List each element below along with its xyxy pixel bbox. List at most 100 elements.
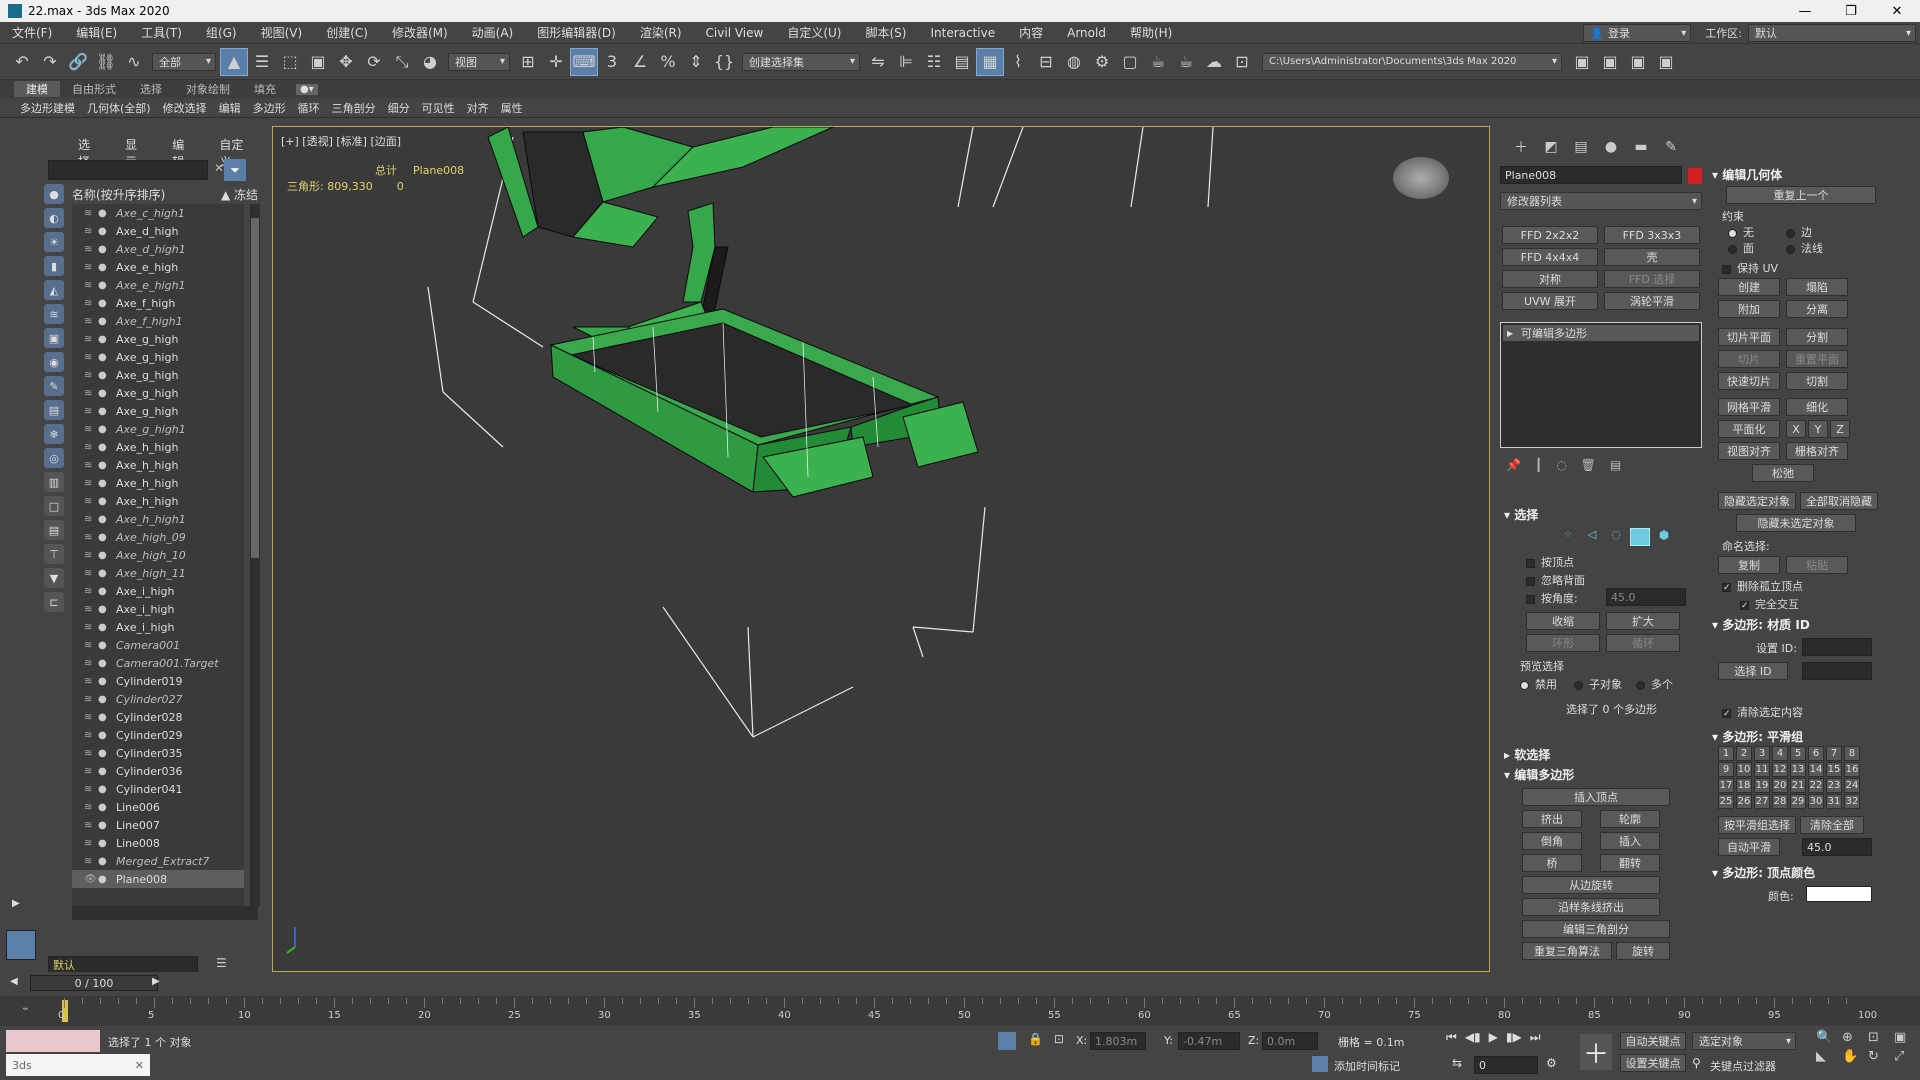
ribbon-item-9[interactable]: 对齐 bbox=[461, 100, 495, 116]
hide-selected-button[interactable]: 隐藏选定对象 bbox=[1718, 492, 1796, 510]
select-by-name-icon[interactable]: ☰ bbox=[248, 48, 276, 76]
create-button[interactable]: 创建 bbox=[1718, 278, 1780, 296]
list-item[interactable]: ≋ ● Axe_g_high bbox=[72, 402, 244, 420]
loop-button[interactable]: 循环 bbox=[1606, 634, 1680, 652]
invert-filter-icon[interactable]: ▤ bbox=[44, 520, 64, 540]
list-item[interactable]: ≋ ● Cylinder029 bbox=[72, 726, 244, 744]
symmetry-button[interactable]: 对称 bbox=[1502, 270, 1598, 288]
preview-subobj-radio[interactable]: 子对象 bbox=[1589, 678, 1622, 691]
key-set-dropdown[interactable]: 选定对象 bbox=[1692, 1032, 1796, 1050]
auto-smooth-button[interactable]: 自动平滑 bbox=[1718, 838, 1780, 856]
menu-item-13[interactable]: Interactive bbox=[918, 26, 1007, 40]
edit-geometry-rollout-header[interactable]: ▾ 编辑几何体 bbox=[1712, 166, 1782, 183]
repeat-last-button[interactable]: 重复上一个 bbox=[1726, 186, 1876, 204]
vertex-mode-icon[interactable]: ⁘ bbox=[1558, 528, 1578, 546]
close-button[interactable]: ✕ bbox=[1874, 0, 1920, 22]
select-id-button[interactable]: 选择 ID bbox=[1718, 662, 1788, 680]
material-editor-icon[interactable]: ◍ bbox=[1060, 48, 1088, 76]
zoom-extents-all-icon[interactable]: ▣ bbox=[1894, 1030, 1916, 1045]
frozen-filter-icon[interactable]: ❄ bbox=[44, 424, 64, 444]
visibility-icon[interactable]: ≋ bbox=[84, 316, 98, 327]
smoothing-group-button[interactable]: 9 bbox=[1718, 762, 1734, 777]
grid-align-button[interactable]: 栅格对齐 bbox=[1786, 442, 1848, 460]
edge-mode-icon[interactable]: ◁ bbox=[1582, 528, 1602, 546]
list-item[interactable]: ≋ ● Axe_h_high1 bbox=[72, 510, 244, 528]
list-item[interactable]: ≋ ● Axe_f_high bbox=[72, 294, 244, 312]
visibility-icon[interactable]: ≋ bbox=[84, 712, 98, 723]
visibility-icon[interactable]: ≋ bbox=[84, 244, 98, 255]
funnel-icon[interactable]: ▼ bbox=[44, 568, 64, 588]
smoothing-group-button[interactable]: 21 bbox=[1790, 778, 1806, 793]
list-item[interactable]: ≋ ● Axe_e_high1 bbox=[72, 276, 244, 294]
visibility-icon[interactable]: 👁 bbox=[84, 874, 98, 885]
list-item[interactable]: ≋ ● Axe_g_high bbox=[72, 348, 244, 366]
a360-gallery-icon[interactable]: ⊡ bbox=[1228, 48, 1256, 76]
unhide-all-button[interactable]: 全部取消隐藏 bbox=[1800, 492, 1878, 510]
turn-button[interactable]: 旋转 bbox=[1616, 942, 1670, 960]
insert-vertex-button[interactable]: 插入顶点 bbox=[1522, 788, 1670, 806]
prev-frame-icon[interactable]: ◀▮ bbox=[1465, 1030, 1481, 1045]
angle-snap-icon[interactable]: ∠ bbox=[626, 48, 654, 76]
bevel-button[interactable]: 倒角 bbox=[1522, 832, 1582, 850]
show-end-result-icon[interactable]: ┃ bbox=[1535, 458, 1542, 472]
pivot-icon[interactable]: ⊞ bbox=[514, 48, 542, 76]
add-time-tag-label[interactable]: 添加时间标记 bbox=[1334, 1058, 1400, 1074]
object-name-field[interactable]: Plane008 bbox=[1500, 166, 1682, 184]
by-vertex-checkbox[interactable]: 按顶点 bbox=[1541, 556, 1574, 569]
visibility-icon[interactable]: ≋ bbox=[84, 442, 98, 453]
menu-item-14[interactable]: 内容 bbox=[1007, 24, 1055, 41]
isolate-icon[interactable] bbox=[998, 1032, 1016, 1050]
clear-selection-checkbox[interactable]: 清除选定内容 bbox=[1737, 706, 1803, 719]
list-item[interactable]: ≋ ● Axe_h_high bbox=[72, 492, 244, 510]
left-collapse-icon[interactable]: ▶ bbox=[12, 898, 20, 909]
track-bar[interactable]: ⌁ 0 5 10 15 20 25 30 35 40 45 50 55 60 65 70 75 80 85 90 95… bbox=[0, 996, 1920, 1026]
key-filter-icon[interactable]: ⚲ bbox=[1692, 1056, 1701, 1070]
ribbon-item-3[interactable]: 编辑 bbox=[213, 100, 247, 116]
list-item[interactable]: ≋ ● Axe_d_high bbox=[72, 222, 244, 240]
visibility-icon[interactable]: ≋ bbox=[84, 262, 98, 273]
smoothing-group-button[interactable]: 16 bbox=[1844, 762, 1860, 777]
bind-spacewarp-icon[interactable]: ∿ bbox=[120, 48, 148, 76]
preserve-uv-checkbox[interactable]: 保持 UV bbox=[1737, 262, 1778, 275]
list-item[interactable]: ≋ ● Axe_d_high1 bbox=[72, 240, 244, 258]
edit-polygons-rollout-header[interactable]: ▾ 编辑多边形 bbox=[1504, 766, 1574, 783]
edit-named-sel-icon[interactable]: {} bbox=[710, 48, 738, 76]
ribbon-tab-2[interactable]: 选择 bbox=[128, 81, 174, 97]
lock-selection-icon[interactable]: 🔒 bbox=[1028, 1032, 1043, 1046]
select-manipulate-icon[interactable]: ✛ bbox=[542, 48, 570, 76]
snap-3d-icon[interactable]: 3 bbox=[598, 48, 626, 76]
render-cloud-icon[interactable]: ☁ bbox=[1200, 48, 1228, 76]
visibility-icon[interactable]: ≋ bbox=[84, 226, 98, 237]
ribbon-item-5[interactable]: 循环 bbox=[292, 100, 326, 116]
smoothing-group-button[interactable]: 17 bbox=[1718, 778, 1734, 793]
smoothing-group-button[interactable]: 25 bbox=[1718, 794, 1734, 809]
ribbon-item-1[interactable]: 几何体(全部) bbox=[81, 100, 157, 116]
unlink-icon[interactable]: ⛓ bbox=[92, 48, 120, 76]
display-tab-icon[interactable]: ▬ bbox=[1626, 136, 1656, 158]
minimize-button[interactable]: — bbox=[1782, 0, 1828, 22]
list-item[interactable]: 👁 ● Plane008 bbox=[72, 870, 244, 888]
constraint-edge-radio[interactable]: 边 bbox=[1801, 226, 1812, 239]
lights-filter-icon[interactable]: ☀ bbox=[44, 232, 64, 252]
element-mode-icon[interactable]: ⬢ bbox=[1654, 528, 1674, 546]
ribbon-tab-3[interactable]: 对象绘制 bbox=[174, 81, 242, 97]
project-share-icon[interactable]: ▣ bbox=[1652, 48, 1680, 76]
clear-all-sg-button[interactable]: 清除全部 bbox=[1800, 816, 1864, 834]
ribbon-item-4[interactable]: 多边形 bbox=[247, 100, 292, 116]
smoothing-group-button[interactable]: 22 bbox=[1808, 778, 1824, 793]
smoothing-group-button[interactable]: 5 bbox=[1790, 746, 1806, 761]
visibility-icon[interactable]: ≋ bbox=[84, 766, 98, 777]
smoothing-group-button[interactable]: 7 bbox=[1826, 746, 1842, 761]
scene-list-hscrollbar[interactable] bbox=[72, 906, 258, 920]
quickslice-button[interactable]: 快速切片 bbox=[1718, 372, 1780, 390]
planar-y-button[interactable]: Y bbox=[1808, 420, 1828, 438]
current-frame-field[interactable]: 0 bbox=[1474, 1056, 1538, 1074]
visibility-icon[interactable]: ≋ bbox=[84, 532, 98, 543]
outline-button[interactable]: 轮廓 bbox=[1600, 810, 1660, 828]
smoothing-groups-rollout-header[interactable]: ▾ 多边形: 平滑组 bbox=[1712, 728, 1803, 745]
planar-z-button[interactable]: Z bbox=[1830, 420, 1850, 438]
list-item[interactable]: ≋ ● Axe_g_high bbox=[72, 330, 244, 348]
play-icon[interactable]: ▶ bbox=[1489, 1030, 1498, 1045]
make-planar-button[interactable]: 平面化 bbox=[1718, 420, 1780, 438]
cut-button[interactable]: 切割 bbox=[1786, 372, 1848, 390]
